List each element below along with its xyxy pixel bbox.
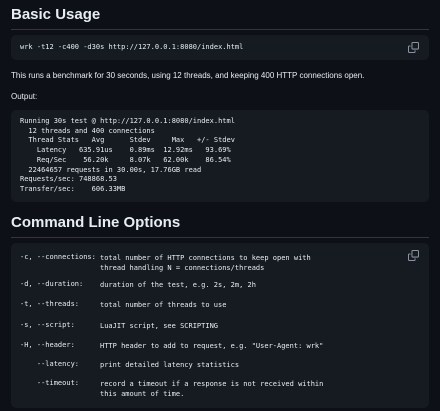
copy-icon[interactable] [408, 42, 419, 53]
option-flag: -t, --threads: [20, 300, 80, 308]
output-text: Running 30s test @ http://127.0.0.1:8080… [20, 117, 235, 193]
command-code-block: wrk -t12 -c400 -d30s http://127.0.0.1:80… [11, 35, 429, 60]
option-description: record a timeout if a response is not re… [100, 380, 324, 398]
section-title-command-line-options: Command Line Options [11, 214, 429, 238]
command-text: wrk -t12 -c400 -d30s http://127.0.0.1:80… [20, 43, 244, 51]
option-description: duration of the test, e.g. 2s, 2m, 2h [100, 281, 256, 289]
option-description: total number of HTTP connections to keep… [100, 254, 311, 272]
option-flag: --latency: [20, 360, 80, 368]
section-title-basic-usage: Basic Usage [11, 6, 429, 30]
option-description: LuaJIT script, see SCRIPTING [100, 322, 219, 330]
option-flag: -d, --duration: [20, 280, 84, 288]
option-flag: -c, --connections: [20, 253, 96, 261]
option-flag: --timeout: [20, 379, 80, 387]
output-code-block: Running 30s test @ http://127.0.0.1:8080… [11, 110, 429, 202]
option-description: print detailed latency statistics [100, 361, 240, 369]
option-flag: -s, --script: [20, 321, 75, 329]
output-label: Output: [11, 92, 38, 101]
basic-usage-description: This runs a benchmark for 30 seconds, us… [11, 71, 365, 80]
copy-icon[interactable] [408, 250, 419, 261]
readme-page: Basic Usage wrk -t12 -c400 -d30s http://… [0, 0, 440, 411]
option-description: HTTP header to add to request, e.g. "Use… [100, 342, 324, 350]
option-description: total number of threads to use [100, 301, 227, 309]
options-code-block: -c, --connections: total number of HTTP … [11, 243, 429, 408]
option-flag: -H, --header: [20, 341, 75, 349]
